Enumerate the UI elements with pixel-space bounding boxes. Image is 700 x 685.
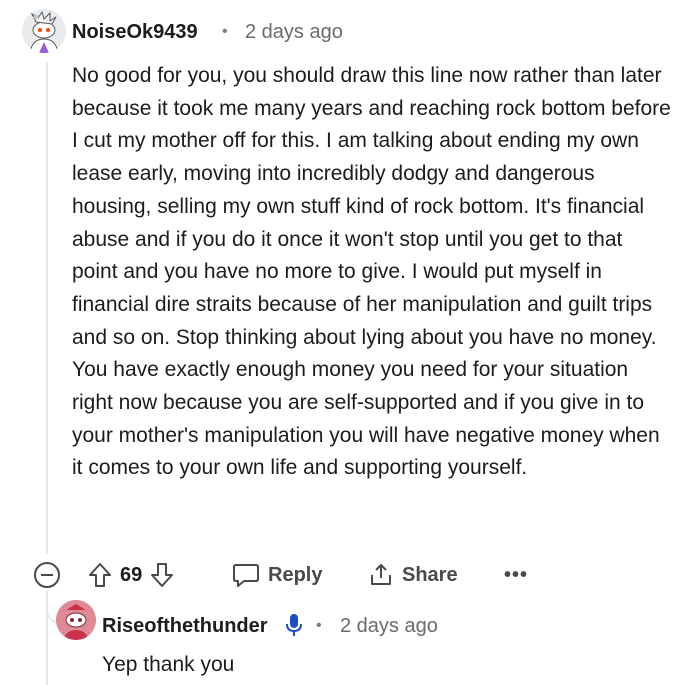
collapse-button[interactable] <box>34 562 60 588</box>
separator-dot: • <box>222 23 228 40</box>
more-button[interactable]: ••• <box>504 560 528 590</box>
reply-button[interactable]: Reply <box>232 560 322 590</box>
reply-icon <box>233 564 259 587</box>
reply-label: Reply <box>268 563 323 586</box>
mic-icon <box>286 614 302 636</box>
collapse-icon <box>41 574 53 576</box>
vote-group: 69 <box>88 560 174 590</box>
snoo-avatar-icon <box>22 9 66 53</box>
snoo-avatar-icon <box>56 600 96 640</box>
reply-username[interactable]: Riseofthethunder <box>102 615 268 638</box>
share-label: Share <box>402 563 458 586</box>
comment-timestamp: 2 days ago <box>245 21 343 43</box>
vote-count: 69 <box>120 563 143 586</box>
reply-body: Yep thank you <box>102 653 235 676</box>
reply-avatar[interactable] <box>56 600 96 640</box>
reply-timestamp: 2 days ago <box>340 615 438 637</box>
share-icon <box>371 564 391 585</box>
thread-line[interactable] <box>46 62 48 554</box>
more-icon: ••• <box>504 563 529 586</box>
separator-dot: • <box>316 617 322 634</box>
avatar[interactable] <box>22 9 66 53</box>
downvote-icon[interactable] <box>150 562 174 588</box>
comment-body: No good for you, you should draw this li… <box>72 64 671 480</box>
share-button[interactable]: Share <box>368 560 458 590</box>
comment-username[interactable]: NoiseOk9439 <box>72 21 198 44</box>
upvote-icon[interactable] <box>88 562 112 588</box>
